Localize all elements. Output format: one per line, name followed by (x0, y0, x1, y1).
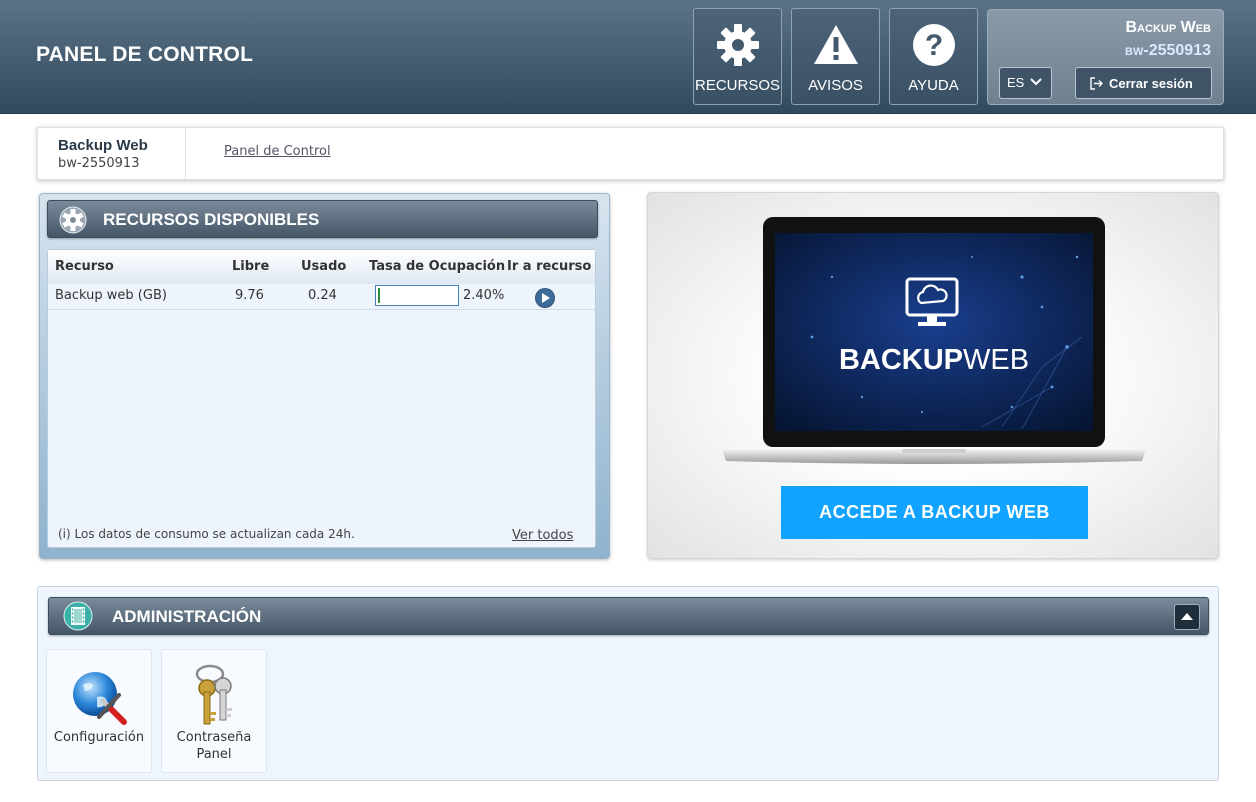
administration-panel-title: ADMINISTRACIÓN (112, 607, 262, 626)
breadcrumb-account-id: bw-2550913 (58, 156, 140, 171)
user-box: Backup Web bw-2550913 ES Cerrar sesión (987, 9, 1224, 105)
occupancy-value: 2.40% (463, 288, 505, 303)
administration-panel: ADMINISTRACIÓN Configuración Contraseña … (37, 586, 1219, 781)
help-button[interactable]: ? AYUDA (889, 8, 978, 105)
chevron-down-icon (1030, 78, 1042, 86)
view-all-link[interactable]: Ver todos (512, 528, 573, 543)
column-header-free: Libre (232, 259, 270, 274)
logo-text-light: WEB (963, 344, 1029, 376)
breadcrumb: Backup Web bw-2550913 Panel de Control (37, 127, 1224, 180)
resources-table-area: Recurso Libre Usado Tasa de Ocupación Ir… (47, 249, 596, 548)
go-arrow-icon[interactable] (534, 287, 556, 309)
column-header-go-to: Ir a recurso (507, 259, 592, 274)
notices-button-label: AVISOS (808, 77, 863, 94)
column-header-used: Usado (301, 259, 347, 274)
logout-button[interactable]: Cerrar sesión (1075, 67, 1212, 99)
chevron-up-icon (1181, 613, 1193, 620)
occupancy-progress-fill (378, 288, 380, 303)
breadcrumb-service: Backup Web (58, 137, 148, 154)
breadcrumb-account: Backup Web bw-2550913 (38, 128, 186, 179)
administration-panel-header: ADMINISTRACIÓN (48, 597, 1209, 635)
svg-text:?: ? (925, 29, 943, 62)
logout-icon (1090, 77, 1103, 90)
column-header-resource: Recurso (55, 259, 114, 274)
tile-configuration[interactable]: Configuración (46, 649, 152, 773)
globe-tools-icon (73, 672, 127, 725)
resources-note: (i) Los datos de consumo se actualizan c… (58, 527, 355, 541)
resources-panel-header: RECURSOS DISPONIBLES (47, 200, 598, 238)
resource-free: 9.76 (235, 288, 264, 303)
logout-label: Cerrar sesión (1109, 76, 1193, 91)
language-select[interactable]: ES (999, 67, 1052, 99)
resources-panel: RECURSOS DISPONIBLES Recurso Libre Usado… (39, 193, 610, 559)
column-header-occupancy: Tasa de Ocupación (369, 259, 506, 274)
resource-used: 0.24 (308, 288, 337, 303)
svg-text:BACKUPWEB: BACKUPWEB (839, 344, 1029, 376)
tile-panel-password[interactable]: Contraseña Panel (161, 649, 267, 773)
user-account-id: bw-2550913 (1125, 42, 1211, 59)
occupancy-progress-bar (375, 285, 459, 306)
user-service-name: Backup Web (1125, 19, 1212, 36)
gear-icon (717, 24, 759, 66)
page-title: PANEL DE CONTROL (36, 43, 254, 66)
resources-panel-title: RECURSOS DISPONIBLES (103, 210, 320, 229)
access-backup-web-button[interactable]: ACCEDE A BACKUP WEB (781, 486, 1088, 539)
help-icon: ? (913, 24, 955, 66)
backup-web-promo: BACKUPWEB ACCEDE A BACKUP WEB (647, 192, 1219, 559)
table-row: Backup web (GB) 9.76 0.24 2.40% (48, 284, 595, 310)
top-header: PANEL DE CONTROL RECURSOS AVISOS ? AYUDA… (0, 0, 1256, 114)
help-button-label: AYUDA (908, 77, 959, 94)
logo-text-bold: BACKUP (839, 344, 963, 376)
resources-button-label: RECURSOS (694, 77, 780, 94)
film-icon (63, 601, 93, 631)
tile-configuration-label: Configuración (53, 730, 145, 745)
resources-table-header: Recurso Libre Usado Tasa de Ocupación Ir… (48, 250, 595, 284)
resources-button[interactable]: RECURSOS (693, 8, 782, 105)
gear-icon (59, 206, 87, 234)
breadcrumb-link-control-panel[interactable]: Panel de Control (224, 144, 331, 159)
keys-icon (195, 664, 232, 725)
tile-panel-password-label: Contraseña Panel (176, 730, 252, 762)
notices-button[interactable]: AVISOS (791, 8, 880, 105)
resource-name: Backup web (GB) (55, 288, 167, 303)
collapse-button[interactable] (1174, 604, 1200, 630)
language-value: ES (1007, 75, 1025, 90)
warning-icon (814, 25, 858, 64)
laptop-illustration: BACKUPWEB (722, 217, 1146, 464)
